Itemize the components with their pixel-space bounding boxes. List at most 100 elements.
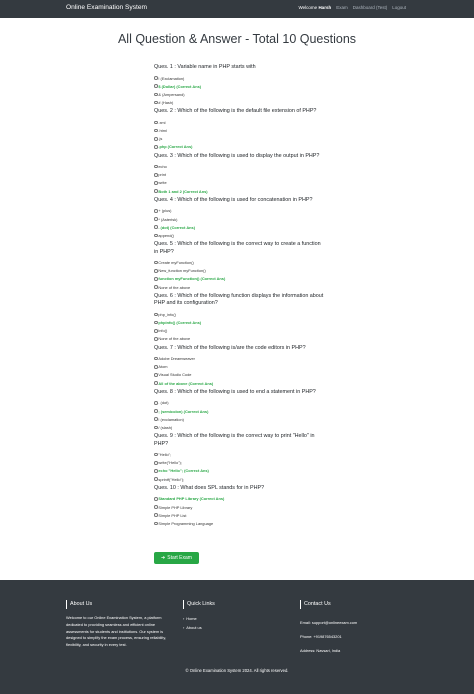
option-item[interactable]: $ (Dollar) (Correct Ans) <box>154 82 324 90</box>
radio-icon[interactable] <box>154 320 158 325</box>
option-item[interactable]: New_function myFunction() <box>154 267 324 275</box>
option-item[interactable]: + (plus) <box>154 207 324 215</box>
option-item[interactable]: * (Asterisk) <box>154 215 324 223</box>
radio-icon[interactable] <box>154 181 158 185</box>
radio-icon[interactable] <box>154 312 158 317</box>
footer-quick-links-title: Quick Links <box>183 600 215 609</box>
radio-icon[interactable] <box>154 120 158 125</box>
option-item[interactable]: write("Hello"); <box>154 459 324 467</box>
radio-icon[interactable] <box>154 164 158 169</box>
option-item[interactable]: None of the above <box>154 283 324 291</box>
option-item[interactable]: Adobe Dreamweaver <box>154 355 324 363</box>
option-item[interactable]: ; (semicolon) (Correct Ans) <box>154 407 324 415</box>
radio-icon[interactable] <box>154 225 158 230</box>
brand-link[interactable]: Online Examination System <box>66 4 147 11</box>
option-item[interactable]: None of the above <box>154 335 324 343</box>
option-item[interactable]: Visual Studio Code <box>154 371 324 379</box>
option-item[interactable]: write <box>154 179 324 187</box>
option-item[interactable]: Simple PHP List <box>154 511 324 519</box>
option-item[interactable]: phpinfo() (Correct Ans) <box>154 318 324 326</box>
option-item[interactable]: echo "Hello"; (Correct Ans) <box>154 467 324 475</box>
option-item[interactable]: info() <box>154 327 324 335</box>
start-exam-button[interactable]: ➜ Start Exam <box>154 552 199 564</box>
radio-icon[interactable] <box>154 172 158 177</box>
footer-link-home[interactable]: Home <box>183 614 215 623</box>
nav-link-exam[interactable]: Exam <box>336 5 348 10</box>
radio-icon[interactable] <box>154 92 158 97</box>
option-item[interactable]: . (dot) (Correct Ans) <box>154 223 324 231</box>
radio-icon[interactable] <box>154 209 158 213</box>
radio-icon[interactable] <box>154 277 158 281</box>
option-label: # (Hash) <box>158 100 174 106</box>
nav-link-dashboard[interactable]: Dashboard (Test) <box>353 5 388 10</box>
username: Harsh <box>318 5 332 10</box>
footer-link-about[interactable]: About us <box>183 623 215 632</box>
radio-icon[interactable] <box>154 76 158 80</box>
question-text: Ques. 9 : Which of the following is the … <box>154 433 315 447</box>
option-item[interactable]: All of the above (Correct Ans) <box>154 379 324 387</box>
radio-icon[interactable] <box>154 233 158 238</box>
option-item[interactable]: ! (Exclamation) <box>154 74 324 82</box>
option-item[interactable]: .html <box>154 126 324 134</box>
option-item[interactable]: # (Hash) <box>154 99 324 107</box>
option-label: ! (Exclamation) <box>158 75 185 81</box>
radio-icon[interactable] <box>154 505 158 509</box>
radio-icon[interactable] <box>154 145 158 149</box>
radio-icon[interactable] <box>154 373 158 377</box>
option-item[interactable]: ! (exclamation) <box>154 415 324 423</box>
option-item[interactable]: Standard PHP Library (Correct Ans) <box>154 495 324 503</box>
radio-icon[interactable] <box>154 364 158 369</box>
option-item[interactable]: Both 1 and 2 (Correct Ans) <box>154 187 324 195</box>
option-item[interactable]: echo <box>154 163 324 171</box>
option-item[interactable]: & (Ampersand) <box>154 90 324 98</box>
option-item[interactable]: Atom <box>154 363 324 371</box>
option-label: ; (semicolon) (Correct Ans) <box>158 408 209 414</box>
radio-icon[interactable] <box>154 217 158 221</box>
option-label: sprintf("Hello"); <box>158 476 185 482</box>
option-item[interactable]: Simple PHP Library <box>154 503 324 511</box>
radio-icon[interactable] <box>154 477 158 481</box>
radio-icon[interactable] <box>154 409 158 413</box>
radio-icon[interactable] <box>154 356 158 361</box>
question-list: Ques. 1 : Variable name in PHP starts wi… <box>154 64 324 529</box>
radio-icon[interactable] <box>154 452 158 457</box>
option-item[interactable]: .xml <box>154 118 324 126</box>
options-group: php_info() phpinfo() (Correct Ans) info() N… <box>154 310 324 343</box>
radio-icon[interactable] <box>154 128 158 133</box>
option-item[interactable]: php_info() <box>154 310 324 318</box>
radio-icon[interactable] <box>154 401 158 405</box>
option-item[interactable]: Simple Programming Language <box>154 519 324 527</box>
radio-icon[interactable] <box>154 513 158 518</box>
radio-icon[interactable] <box>154 469 158 473</box>
option-item[interactable]: Create myFunction() <box>154 259 324 267</box>
radio-icon[interactable] <box>154 337 158 341</box>
radio-icon[interactable] <box>154 136 158 141</box>
radio-icon[interactable] <box>154 460 158 465</box>
option-item[interactable]: .php (Correct Ans) <box>154 143 324 151</box>
radio-icon[interactable] <box>154 417 158 422</box>
option-item[interactable]: . (dot) <box>154 399 324 407</box>
radio-icon[interactable] <box>154 381 158 385</box>
radio-icon[interactable] <box>154 328 158 333</box>
option-item[interactable]: / (slash) <box>154 423 324 431</box>
option-item[interactable]: .js <box>154 135 324 143</box>
option-item[interactable]: "Hello"; <box>154 451 324 459</box>
option-item[interactable]: print <box>154 171 324 179</box>
footer-about-text: Welcome to our Online Examination System… <box>66 615 167 648</box>
nav-links: Welcome Harsh Exam Dashboard (Test) Logo… <box>299 5 407 10</box>
option-label: .html <box>158 128 167 134</box>
radio-icon[interactable] <box>154 497 158 501</box>
radio-icon[interactable] <box>154 285 158 289</box>
radio-icon[interactable] <box>154 268 158 273</box>
option-item[interactable]: sprintf("Hello"); <box>154 475 324 483</box>
radio-icon[interactable] <box>154 189 158 193</box>
radio-icon[interactable] <box>154 84 158 89</box>
radio-icon[interactable] <box>154 260 158 265</box>
option-label: All of the above (Correct Ans) <box>158 380 214 386</box>
option-item[interactable]: function myFunction() (Correct Ans) <box>154 275 324 283</box>
radio-icon[interactable] <box>154 425 158 430</box>
radio-icon[interactable] <box>154 100 158 105</box>
nav-link-logout[interactable]: Logout <box>392 5 406 10</box>
option-item[interactable]: append() <box>154 231 324 239</box>
radio-icon[interactable] <box>154 521 158 526</box>
